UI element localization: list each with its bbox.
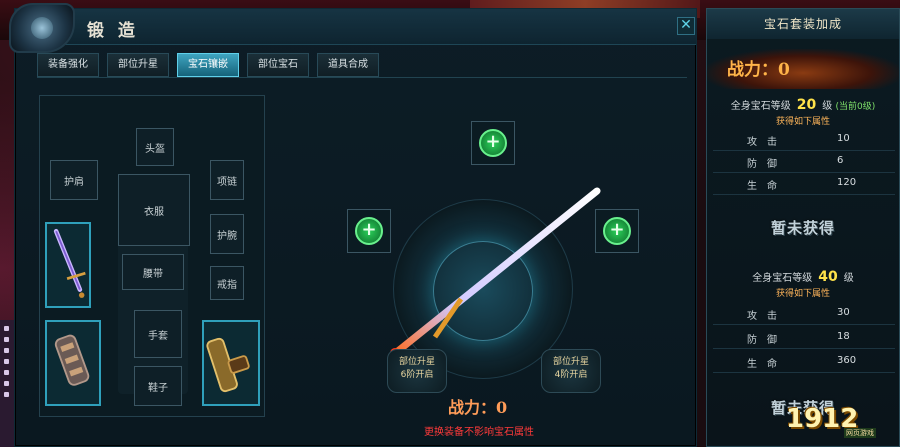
gem-set-panel: 宝石套装加成 战力：0 全身宝石等级 20 级 (当前0级) 获得如下属性 攻击 1… <box>706 8 900 447</box>
tier1-level: 全身宝石等级 20 级 (当前0级) <box>707 95 899 115</box>
stat-value: 30 <box>837 307 850 318</box>
stat-value: 10 <box>837 133 850 144</box>
watermark-sub: 网页游戏 <box>844 428 876 438</box>
toolbar-dot[interactable] <box>4 359 9 364</box>
cannon-icon <box>206 337 250 393</box>
stat-label: 防御 <box>747 159 787 170</box>
slot-offhand[interactable] <box>202 320 260 406</box>
slot-ring[interactable]: 戒指 <box>210 266 244 300</box>
slot-helmet-label: 头盔 <box>145 143 165 155</box>
tier1-stat-row: 防御 6 <box>713 151 895 173</box>
slot-belt-label: 腰带 <box>143 268 163 280</box>
slot-boots-label: 鞋子 <box>148 382 168 394</box>
locked-gem-slot-right[interactable]: 部位升星 4阶开启 <box>541 349 601 393</box>
tier2-level-label: 全身宝石等级 <box>752 273 813 284</box>
forge-tabs: 装备强化 部位升星 宝石镶嵌 部位宝石 道具合成 <box>37 53 379 77</box>
slot-necklace-label: 项链 <box>217 176 237 188</box>
stat-label: 生命 <box>747 181 787 192</box>
gauntlet-icon <box>54 334 90 386</box>
gem-slot-left[interactable]: + <box>347 209 391 253</box>
slot-shoulder-guard[interactable]: 护肩 <box>50 160 98 200</box>
forge-emblem-icon <box>9 3 75 53</box>
lock-right-line1: 部位升星 <box>552 357 589 367</box>
stat-value: 18 <box>837 331 850 342</box>
tier2-stat-row: 攻击 30 <box>713 303 895 325</box>
tier2-level-unit: 级 <box>843 273 854 284</box>
stat-value: 120 <box>837 177 857 188</box>
tier1-cond: 获得如下属性 <box>775 117 830 127</box>
equipment-panel: 头盔 护肩 项链 衣服 护腕 腰带 戒指 手套 鞋子 <box>39 95 265 417</box>
slot-necklace[interactable]: 项链 <box>210 160 244 200</box>
stat-label: 防御 <box>747 335 787 346</box>
game-screen: 锻 造 ✕ 装备强化 部位升星 宝石镶嵌 部位宝石 道具合成 头盔 护肩 项链 … <box>0 0 900 447</box>
gem-note: 更换装备不影响宝石属性 <box>424 427 534 438</box>
gem-inlay-area: + + + 部位升星 6阶开启 部位升星 4阶开启 <box>315 119 655 429</box>
tier1-level-label: 全身宝石等级 <box>730 101 791 112</box>
add-gem-icon: + <box>355 217 383 245</box>
tier2-cond: 获得如下属性 <box>775 289 830 299</box>
slot-belt[interactable]: 腰带 <box>122 254 184 290</box>
lock-left-line1: 部位升星 <box>398 357 435 367</box>
slot-boots[interactable]: 鞋子 <box>134 366 182 406</box>
gem-set-power-banner: 战力：0 <box>707 49 899 89</box>
stat-label: 攻击 <box>747 137 787 148</box>
slot-ring-label: 戒指 <box>217 279 237 291</box>
tier2-level: 全身宝石等级 40 级 <box>707 267 899 287</box>
tier1-stat-row: 生命 120 <box>713 173 895 195</box>
stat-label: 生命 <box>747 359 787 370</box>
toolbar-dot[interactable] <box>4 326 9 331</box>
site-watermark-logo: 1912 网页游戏 <box>786 402 896 444</box>
slot-bracer-label: 护腕 <box>217 230 237 242</box>
tier1-stat-row: 攻击 10 <box>713 129 895 151</box>
tier2-stat-row: 防御 18 <box>713 327 895 349</box>
slot-gauntlet[interactable] <box>45 320 101 406</box>
gem-slot-right[interactable]: + <box>595 209 639 253</box>
tier1-current: (当前0级) <box>835 102 876 112</box>
tab-equip-enhance[interactable]: 装备强化 <box>37 53 99 77</box>
add-gem-icon: + <box>603 217 631 245</box>
toolbar-dot[interactable] <box>4 381 9 386</box>
forge-title: 锻 造 <box>87 21 139 41</box>
gem-slot-top[interactable]: + <box>471 121 515 165</box>
slot-gloves-label: 手套 <box>148 330 168 342</box>
slot-bracer[interactable]: 护腕 <box>210 214 244 254</box>
tab-part-gem[interactable]: 部位宝石 <box>247 53 309 77</box>
slot-shoulder-guard-label: 护肩 <box>64 176 84 188</box>
slot-armor[interactable]: 衣服 <box>118 174 190 246</box>
tier2-stat-row: 生命 360 <box>713 351 895 373</box>
locked-gem-slot-left[interactable]: 部位升星 6阶开启 <box>387 349 447 393</box>
slot-armor-label: 衣服 <box>144 206 164 218</box>
slot-gloves[interactable]: 手套 <box>134 310 182 358</box>
tab-item-synthesis[interactable]: 道具合成 <box>317 53 379 77</box>
slot-weapon[interactable] <box>45 222 91 308</box>
tier1-status: 暂未获得 <box>770 219 835 237</box>
gem-set-power: 战力：0 <box>727 60 790 80</box>
lock-right-line2: 4阶开启 <box>554 370 588 380</box>
close-button[interactable]: ✕ <box>677 17 695 35</box>
left-toolbar <box>0 320 14 447</box>
tier1-level-value: 20 <box>796 97 817 113</box>
stat-value: 6 <box>837 155 844 166</box>
stat-label: 攻击 <box>747 311 787 322</box>
slot-helmet[interactable]: 头盔 <box>136 128 174 166</box>
toolbar-dot[interactable] <box>4 348 9 353</box>
tab-divider <box>37 77 687 78</box>
equipment-power: 战力：0 <box>448 398 508 417</box>
sword-icon <box>53 228 86 298</box>
toolbar-dot[interactable] <box>4 392 9 397</box>
tab-part-star[interactable]: 部位升星 <box>107 53 169 77</box>
toolbar-dot[interactable] <box>4 337 9 342</box>
lock-left-line2: 6阶开启 <box>400 370 434 380</box>
tier2-level-value: 40 <box>818 269 838 285</box>
gem-set-title: 宝石套装加成 <box>707 9 899 39</box>
tab-gem-inlay[interactable]: 宝石镶嵌 <box>177 53 239 77</box>
tier1-level-unit: 级 <box>822 101 833 112</box>
toolbar-dot[interactable] <box>4 370 9 375</box>
stat-value: 360 <box>837 355 857 366</box>
forge-window: 锻 造 ✕ 装备强化 部位升星 宝石镶嵌 部位宝石 道具合成 头盔 护肩 项链 … <box>9 3 697 447</box>
add-gem-icon: + <box>479 129 507 157</box>
